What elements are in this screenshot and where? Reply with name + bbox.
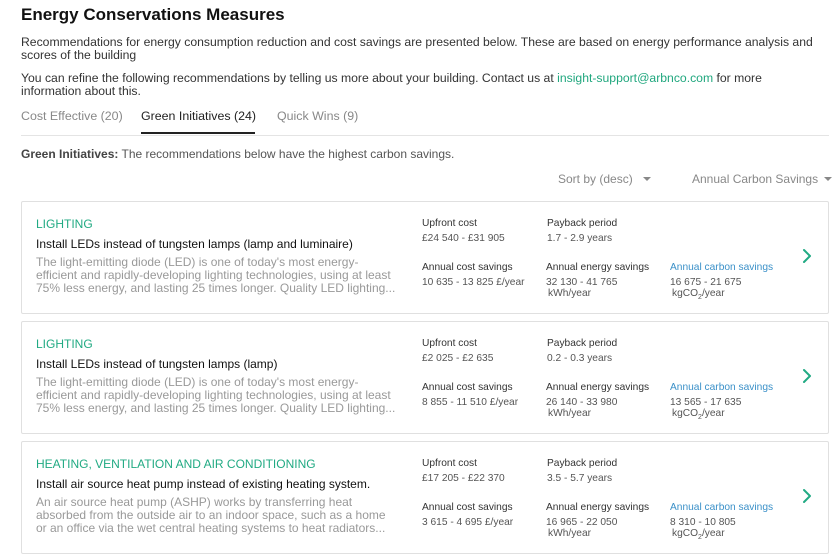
payback-period: Payback period 0.2 - 0.3 years (547, 338, 617, 364)
annual-cost-savings-value: 8 855 - 11 510 £/year (422, 396, 519, 408)
annual-energy-savings-label: Annual energy savings (546, 382, 650, 393)
caret-down-icon (642, 176, 651, 181)
payback-period-label: Payback period (547, 458, 618, 469)
measure-description: An air source heat pump (ASHP) works by … (36, 495, 386, 535)
sort-order-dropdown[interactable]: Sort by (desc) (558, 172, 651, 186)
payback-period: Payback period 3.5 - 5.7 years (547, 458, 617, 484)
support-email-link[interactable]: insight-support@arbnco.com (557, 71, 713, 85)
tab-quick-wins[interactable]: Quick Wins (9) (277, 109, 358, 123)
tab-description-text: The recommendations below have the highe… (118, 147, 455, 161)
upfront-cost-label: Upfront cost (422, 458, 477, 469)
upfront-cost-label: Upfront cost (422, 218, 477, 229)
page-title: Energy Conservations Measures (21, 5, 285, 24)
measure-description: The light-emitting diode (LED) is one of… (36, 375, 396, 415)
tab-cost-effective[interactable]: Cost Effective (20) (21, 109, 123, 123)
annual-energy-savings-value: 32 130 - 41 765 (546, 276, 618, 288)
payback-period: Payback period 1.7 - 2.9 years (547, 218, 617, 244)
chevron-right-icon[interactable] (800, 248, 814, 264)
tab-green-initiatives[interactable]: Green Initiatives (24) (141, 109, 256, 123)
upfront-cost: Upfront cost £24 540 - £31 905 (422, 218, 505, 244)
annual-energy-savings-unit: kWh/year (548, 408, 592, 419)
annual-energy-savings: Annual energy savings 26 140 - 33 980 kWh/… (546, 382, 649, 420)
carbon-unit-prefix: kgCO (672, 288, 699, 299)
measure-description: The light-emitting diode (LED) is one of… (36, 255, 396, 295)
carbon-unit-suffix: /year (701, 408, 725, 419)
active-tab-indicator (141, 132, 255, 134)
payback-period-value: 0.2 - 0.3 years (547, 352, 613, 364)
chevron-right-icon[interactable] (800, 368, 814, 384)
sort-field-label: Annual Carbon Savings (692, 172, 819, 186)
carbon-unit-suffix: /year (701, 288, 725, 299)
measure-category: LIGHTING (36, 337, 93, 351)
annual-carbon-savings-label: Annual carbon savings (670, 502, 774, 513)
carbon-unit-prefix: kgCO (672, 528, 699, 539)
sort-order-label: Sort by (desc) (558, 172, 633, 186)
sort-field-dropdown[interactable]: Annual Carbon Savings (692, 172, 833, 186)
annual-energy-savings-value: 16 965 - 22 050 (546, 516, 618, 528)
annual-carbon-savings-label: Annual carbon savings (670, 382, 774, 393)
annual-cost-savings-label: Annual cost savings (422, 262, 513, 273)
upfront-cost-value: £24 540 - £31 905 (422, 232, 505, 244)
upfront-cost-value: £17 205 - £22 370 (422, 472, 505, 484)
annual-carbon-savings-unit: kgCO2/year (670, 408, 773, 424)
intro-paragraph: Recommendations for energy consumption r… (21, 35, 813, 62)
annual-cost-savings-value: 3 615 - 4 695 £/year (422, 516, 514, 528)
payback-period-value: 1.7 - 2.9 years (547, 232, 613, 244)
annual-cost-savings: Annual cost savings 8 855 - 11 510 £/year (422, 382, 518, 408)
annual-energy-savings: Annual energy savings 32 130 - 41 765 kWh/… (546, 262, 649, 300)
tab-description-label: Green Initiatives: (21, 147, 119, 161)
annual-carbon-savings: Annual carbon savings 13 565 - 17 635 kgCO… (670, 382, 773, 424)
annual-carbon-savings: Annual carbon savings 16 675 - 21 675 kgCO… (670, 262, 773, 304)
upfront-cost: Upfront cost £2 025 - £2 635 (422, 338, 493, 364)
contact-paragraph: You can refine the following recommendat… (21, 72, 821, 98)
measure-title: Install LEDs instead of tungsten lamps (… (36, 357, 278, 371)
carbon-unit-prefix: kgCO (672, 408, 699, 419)
tab-bar: Cost Effective (20) Green Initiatives (2… (21, 109, 829, 136)
annual-energy-savings-unit: kWh/year (548, 288, 592, 299)
measure-title: Install air source heat pump instead of … (36, 477, 371, 491)
measure-card[interactable]: LIGHTING Install LEDs instead of tungsten… (21, 201, 829, 314)
payback-period-value: 3.5 - 5.7 years (547, 472, 613, 484)
measure-title: Install LEDs instead of tungsten lamps (… (36, 237, 353, 251)
annual-carbon-savings: Annual carbon savings 8 310 - 10 805 kgCO2… (670, 502, 773, 544)
upfront-cost-value: £2 025 - £2 635 (422, 352, 494, 364)
annual-energy-savings: Annual energy savings 16 965 - 22 050 kWh/… (546, 502, 649, 540)
annual-carbon-savings-unit: kgCO2/year (670, 528, 773, 544)
carbon-unit-suffix: /year (701, 528, 725, 539)
upfront-cost: Upfront cost £17 205 - £22 370 (422, 458, 505, 484)
contact-text: You can refine the following recommendat… (21, 71, 558, 85)
payback-period-label: Payback period (547, 338, 618, 349)
annual-cost-savings-value: 10 635 - 13 825 £/year (422, 276, 525, 288)
upfront-cost-label: Upfront cost (422, 338, 477, 349)
annual-energy-savings-label: Annual energy savings (546, 262, 650, 273)
annual-energy-savings-unit: kWh/year (548, 528, 592, 539)
measure-category: LIGHTING (36, 217, 93, 231)
annual-carbon-savings-label: Annual carbon savings (670, 262, 774, 273)
annual-cost-savings-label: Annual cost savings (422, 502, 513, 513)
caret-down-icon (824, 176, 833, 181)
annual-cost-savings: Annual cost savings 3 615 - 4 695 £/year (422, 502, 513, 528)
annual-carbon-savings-value: 16 675 - 21 675 (670, 276, 742, 288)
annual-carbon-savings-unit: kgCO2/year (670, 288, 773, 304)
annual-energy-savings-value: 26 140 - 33 980 (546, 396, 618, 408)
annual-energy-savings-label: Annual energy savings (546, 502, 650, 513)
annual-cost-savings: Annual cost savings 10 635 - 13 825 £/yea… (422, 262, 525, 288)
annual-cost-savings-label: Annual cost savings (422, 382, 513, 393)
tab-description: Green Initiatives: The recommendations b… (21, 147, 454, 161)
measure-category: HEATING, VENTILATION AND AIR CONDITIONIN… (36, 457, 316, 471)
measure-card[interactable]: HEATING, VENTILATION AND AIR CONDITIONIN… (21, 441, 829, 554)
chevron-right-icon[interactable] (800, 488, 814, 504)
measure-card[interactable]: LIGHTING Install LEDs instead of tungsten… (21, 321, 829, 434)
annual-carbon-savings-value: 13 565 - 17 635 (670, 396, 742, 408)
payback-period-label: Payback period (547, 218, 618, 229)
annual-carbon-savings-value: 8 310 - 10 805 (670, 516, 736, 528)
